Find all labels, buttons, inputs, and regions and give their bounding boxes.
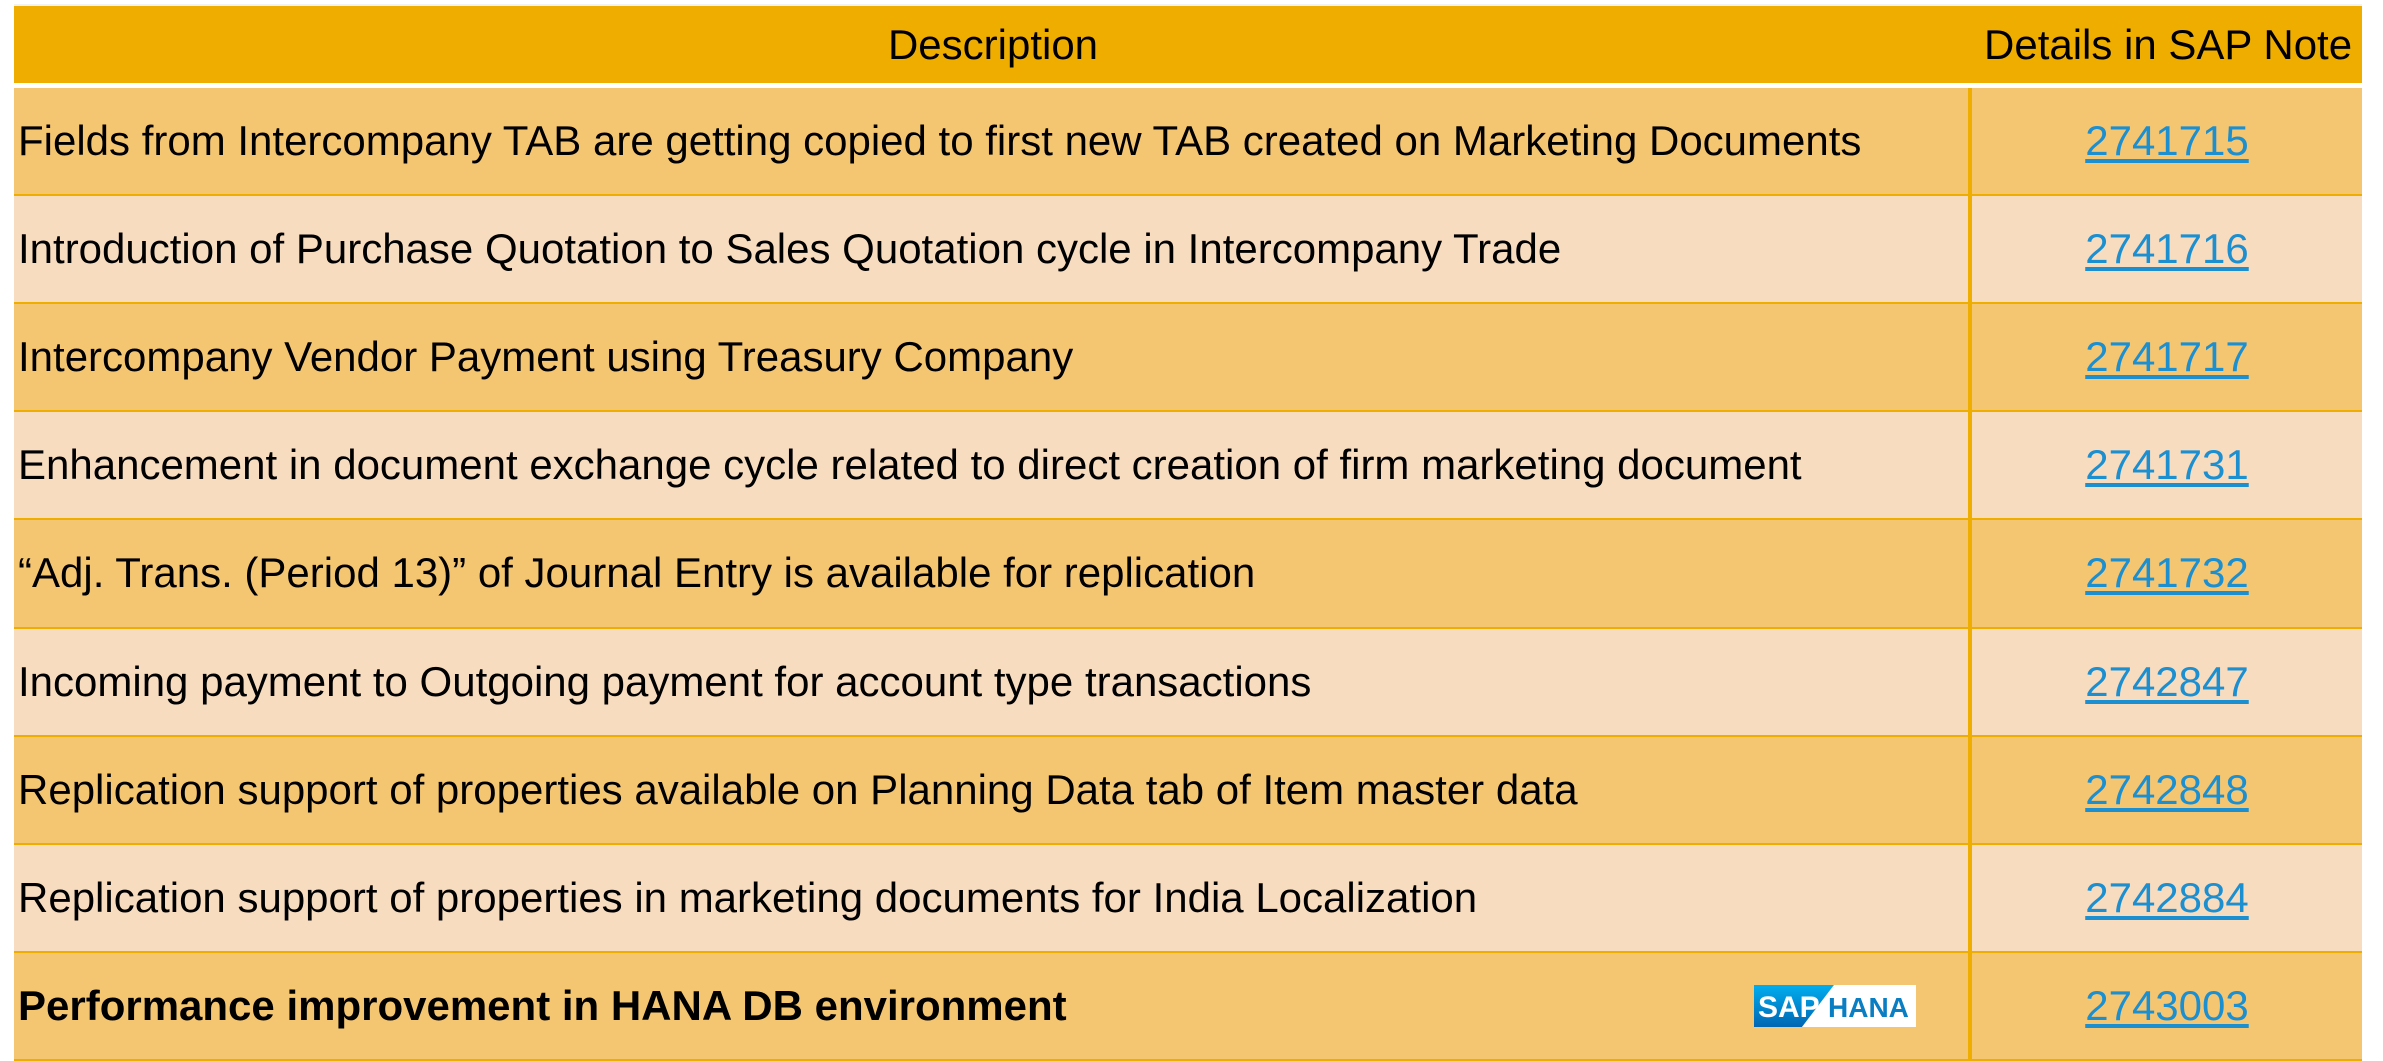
hana-logo-text: HANA xyxy=(1828,992,1909,1023)
table-row-note-cell: 2741717 xyxy=(1972,304,2362,413)
table-row-description: “Adj. Trans. (Period 13)” of Journal Ent… xyxy=(14,520,1972,629)
table-row-description: Replication support of properties availa… xyxy=(14,736,1972,845)
table-row-note-cell: 2742848 xyxy=(1972,736,2362,845)
table-row-note-cell: 2741731 xyxy=(1972,412,2362,521)
table-row-description: Enhancement in document exchange cycle r… xyxy=(14,412,1972,521)
table-row-note-cell: 2741716 xyxy=(1972,196,2362,305)
table-row-description: Fields from Intercompany TAB are getting… xyxy=(14,88,1972,197)
sap-note-link[interactable]: 2742884 xyxy=(2085,874,2249,922)
table-row-note-cell: 2742884 xyxy=(1972,844,2362,953)
table-row-description: Incoming payment to Outgoing payment for… xyxy=(14,628,1972,737)
table-row-note-cell: 2743003 xyxy=(1972,952,2362,1061)
header-details: Details in SAP Note xyxy=(1972,6,2362,88)
header-description: Description xyxy=(14,6,1972,88)
sap-note-link[interactable]: 2742848 xyxy=(2085,766,2249,814)
sap-note-link[interactable]: 2741717 xyxy=(2085,333,2249,381)
table-row-description: Intercompany Vendor Payment using Treasu… xyxy=(14,304,1972,413)
table-row-note-cell: 2741715 xyxy=(1972,88,2362,197)
sap-note-link[interactable]: 2741732 xyxy=(2085,549,2249,597)
table-row-description: Performance improvement in HANA DB envir… xyxy=(18,981,1067,1029)
table-row-description: Introduction of Purchase Quotation to Sa… xyxy=(14,196,1972,305)
sap-note-link[interactable]: 2741716 xyxy=(2085,225,2249,273)
table-row-description: Replication support of properties in mar… xyxy=(14,844,1972,953)
table-row-description-cell: Performance improvement in HANA DB envir… xyxy=(14,952,1972,1061)
sap-note-link[interactable]: 2742847 xyxy=(2085,658,2249,706)
sap-hana-logo: SAP HANA xyxy=(1754,984,1916,1027)
sap-note-link[interactable]: 2741731 xyxy=(2085,441,2249,489)
table-row-note-cell: 2742847 xyxy=(1972,628,2362,737)
sap-notes-table: Description Details in SAP Note Fields f… xyxy=(14,4,2362,1061)
sap-note-link[interactable]: 2743003 xyxy=(2085,982,2249,1030)
table-row-note-cell: 2741732 xyxy=(1972,520,2362,629)
sap-note-link[interactable]: 2741715 xyxy=(2085,117,2249,165)
